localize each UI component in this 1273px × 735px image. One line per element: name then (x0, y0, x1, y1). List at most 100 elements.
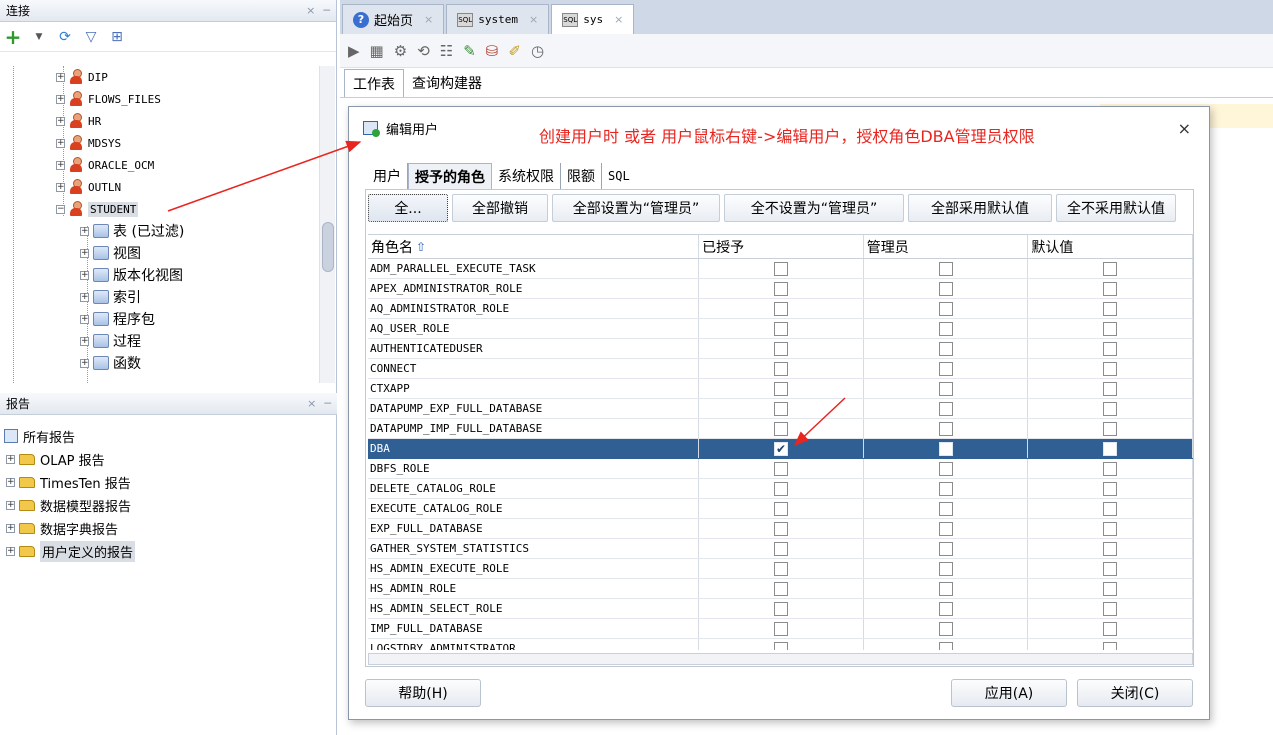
default-checkbox[interactable] (1103, 501, 1118, 516)
tab-close-icon[interactable]: × (424, 13, 433, 26)
expand-icon[interactable]: + (80, 292, 89, 302)
expand-icon[interactable]: + (80, 270, 89, 280)
default-checkbox[interactable] (1103, 481, 1118, 496)
sql-tuning-icon[interactable]: ⛁ (486, 42, 499, 60)
tab-2[interactable]: SQL sys × (551, 4, 635, 34)
table-row[interactable]: HS_ADMIN_ROLE (368, 579, 1193, 599)
tab-close-icon[interactable]: × (529, 13, 538, 26)
admin-checkbox[interactable] (938, 301, 953, 316)
role-action-button-3[interactable]: 全不设置为“管理员” (724, 194, 904, 222)
tree-item-user[interactable]: + DIP (56, 66, 108, 88)
expand-icon[interactable]: + (6, 454, 15, 464)
expand-icon[interactable]: + (6, 477, 15, 487)
run-statement-icon[interactable]: ▶ (348, 42, 360, 60)
dialog-tab-4[interactable]: SQL (602, 163, 636, 189)
column-header-default[interactable]: 默认值 (1028, 235, 1193, 258)
role-action-button-4[interactable]: 全部采用默认值 (908, 194, 1052, 222)
granted-checkbox[interactable] (773, 621, 788, 636)
default-checkbox[interactable] (1103, 361, 1118, 376)
table-row[interactable]: DATAPUMP_IMP_FULL_DATABASE (368, 419, 1193, 439)
table-row[interactable]: DBA ✔ (368, 439, 1193, 459)
table-row[interactable]: AUTHENTICATEDUSER (368, 339, 1193, 359)
default-checkbox[interactable] (1103, 401, 1118, 416)
expand-icon[interactable]: + (80, 226, 89, 236)
schema-browser-icon[interactable]: ⊞ (108, 28, 126, 46)
granted-checkbox[interactable] (773, 641, 788, 650)
expand-icon[interactable]: + (6, 546, 15, 556)
dropdown-icon[interactable]: ▼ (30, 28, 48, 46)
tab-close-icon[interactable]: × (614, 13, 623, 26)
default-checkbox[interactable] (1103, 561, 1118, 576)
expand-icon[interactable]: + (80, 248, 89, 258)
admin-checkbox[interactable] (938, 281, 953, 296)
granted-checkbox[interactable] (773, 581, 788, 596)
default-checkbox[interactable] (1103, 621, 1118, 636)
expand-icon[interactable]: + (56, 160, 65, 170)
dialog-tab-0[interactable]: 用户 (367, 163, 408, 189)
granted-checkbox[interactable]: ✔ (773, 441, 788, 456)
column-header-granted[interactable]: 已授予 (699, 235, 864, 258)
dialog-tab-1[interactable]: 授予的角色 (408, 163, 492, 189)
column-header-role-name[interactable]: 角色名 ⇧ (368, 235, 700, 258)
admin-checkbox[interactable] (938, 321, 953, 336)
default-checkbox[interactable] (1103, 341, 1118, 356)
role-action-button-0[interactable]: 全... (368, 194, 448, 222)
tree-item-user[interactable]: + OUTLN (56, 176, 121, 198)
admin-checkbox[interactable] (938, 621, 953, 636)
clear-icon[interactable]: ✐ (508, 42, 521, 60)
granted-checkbox[interactable] (773, 281, 788, 296)
subtab-0[interactable]: 工作表 (344, 69, 404, 97)
table-row[interactable]: HS_ADMIN_EXECUTE_ROLE (368, 559, 1193, 579)
tab-1[interactable]: SQL system × (446, 4, 550, 34)
report-root[interactable]: 所有报告 (4, 425, 75, 447)
table-row[interactable]: APEX_ADMINISTRATOR_ROLE (368, 279, 1193, 299)
default-checkbox[interactable] (1103, 261, 1118, 276)
table-row[interactable]: CONNECT (368, 359, 1193, 379)
explain-plan-icon[interactable]: ☷ (440, 42, 453, 60)
default-checkbox[interactable] (1103, 381, 1118, 396)
tree-item-folder[interactable]: + 过程 (80, 330, 141, 352)
connections-close-icon[interactable]: × (306, 4, 315, 17)
expand-icon[interactable]: + (6, 523, 15, 533)
tree-item-folder[interactable]: + 版本化视图 (80, 264, 183, 286)
connections-minimize-icon[interactable]: ─ (323, 4, 330, 17)
reports-minimize-icon[interactable]: ─ (324, 397, 331, 410)
table-row[interactable]: IMP_FULL_DATABASE (368, 619, 1193, 639)
granted-checkbox[interactable] (773, 321, 788, 336)
granted-checkbox[interactable] (773, 341, 788, 356)
close-button[interactable]: 关闭(C) (1077, 679, 1193, 707)
expand-icon[interactable]: + (80, 358, 89, 368)
granted-checkbox[interactable] (773, 381, 788, 396)
role-action-button-5[interactable]: 全不采用默认值 (1056, 194, 1176, 222)
admin-checkbox[interactable] (938, 461, 953, 476)
report-folder[interactable]: + 数据字典报告 (6, 517, 118, 539)
collapse-icon[interactable]: − (56, 204, 65, 214)
tree-scrollbar[interactable] (319, 66, 335, 383)
admin-checkbox[interactable] (938, 421, 953, 436)
granted-checkbox[interactable] (773, 361, 788, 376)
role-action-button-1[interactable]: 全部撤销 (452, 194, 548, 222)
table-row[interactable]: DBFS_ROLE (368, 459, 1193, 479)
admin-checkbox[interactable] (938, 361, 953, 376)
column-header-admin[interactable]: 管理员 (864, 235, 1029, 258)
filter-icon[interactable]: ▽ (82, 28, 100, 46)
commit-icon[interactable]: ⚙ (394, 42, 407, 60)
tree-item-folder[interactable]: + 程序包 (80, 308, 155, 330)
table-row[interactable]: AQ_ADMINISTRATOR_ROLE (368, 299, 1193, 319)
granted-checkbox[interactable] (773, 261, 788, 276)
admin-checkbox[interactable] (938, 501, 953, 516)
expand-icon[interactable]: + (56, 94, 65, 104)
admin-checkbox[interactable] (938, 381, 953, 396)
dialog-tab-3[interactable]: 限额 (561, 163, 602, 189)
expand-icon[interactable]: + (56, 72, 65, 82)
granted-checkbox[interactable] (773, 521, 788, 536)
table-row[interactable]: EXP_FULL_DATABASE (368, 519, 1193, 539)
report-folder[interactable]: + 数据模型器报告 (6, 494, 131, 516)
table-row[interactable]: EXECUTE_CATALOG_ROLE (368, 499, 1193, 519)
default-checkbox[interactable] (1103, 581, 1118, 596)
default-checkbox[interactable] (1103, 541, 1118, 556)
admin-checkbox[interactable] (938, 601, 953, 616)
default-checkbox[interactable] (1103, 601, 1118, 616)
report-folder[interactable]: + TimesTen 报告 (6, 471, 131, 493)
granted-checkbox[interactable] (773, 601, 788, 616)
